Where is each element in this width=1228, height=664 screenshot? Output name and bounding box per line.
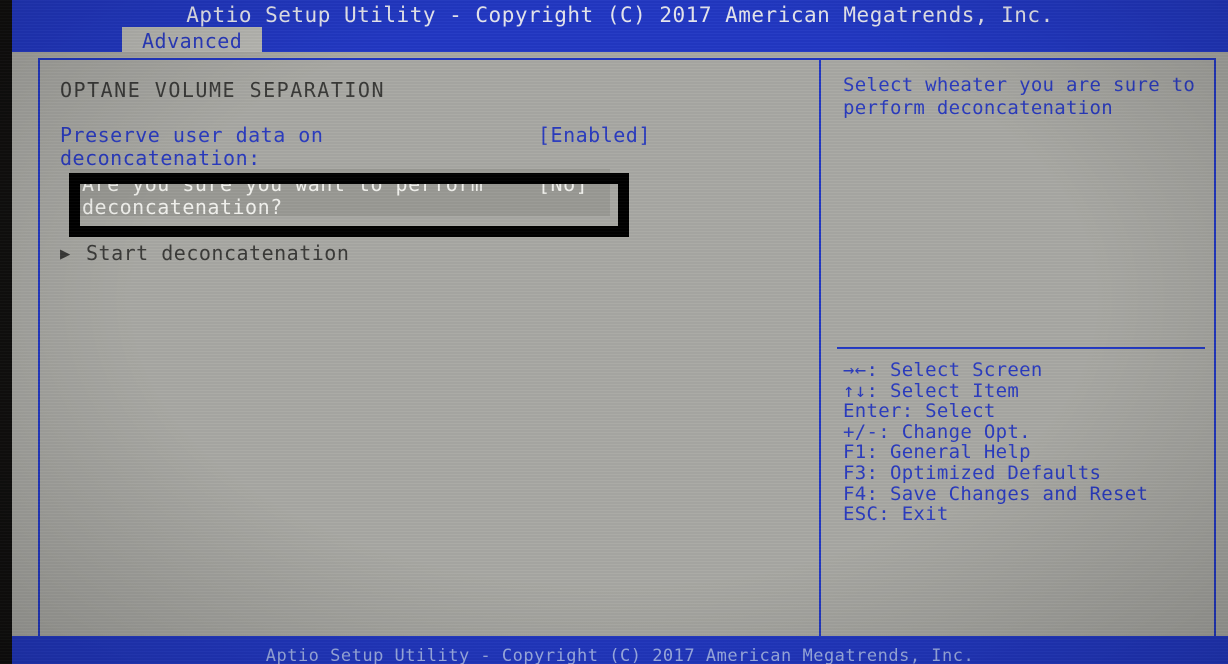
tab-strip: Advanced xyxy=(12,27,1228,56)
key-legend: →←: Select Screen ↑↓: Select Item Enter:… xyxy=(843,360,1203,525)
setting-label: Preserve user data on deconcatenation: xyxy=(60,123,324,170)
footer-copyright: Aptio Setup Utility - Copyright (C) 2017… xyxy=(265,646,975,664)
key-legend-item: ESC: Exit xyxy=(843,503,949,526)
key-legend-item: →←: Select Screen xyxy=(843,359,1043,381)
setting-label: Are you sure you want to perform deconca… xyxy=(82,172,484,219)
key-legend-item: F1: General Help xyxy=(843,441,1031,464)
page-title: Aptio Setup Utility - Copyright (C) 2017… xyxy=(186,3,1054,27)
settings-pane: OPTANE VOLUME SEPARATION Preserve user d… xyxy=(48,64,813,640)
triangle-right-icon: ▶ xyxy=(60,244,71,264)
body-frame: OPTANE VOLUME SEPARATION Preserve user d… xyxy=(12,52,1228,664)
help-separator xyxy=(837,347,1205,349)
footer-bar: Aptio Setup Utility - Copyright (C) 2017… xyxy=(12,636,1228,664)
submenu-label: Start deconcatenation xyxy=(86,241,350,265)
setting-row-confirm-deconcatenation[interactable]: Are you sure you want to perform deconca… xyxy=(70,169,610,219)
key-legend-item: F3: Optimized Defaults xyxy=(843,461,1102,484)
key-legend-item: ↑↓: Select Item xyxy=(843,379,1020,402)
help-description: Select wheater you are sure to perform d… xyxy=(843,74,1196,119)
key-legend-item: Enter: Select xyxy=(843,400,996,423)
photo-frame: Aptio Setup Utility - Copyright (C) 2017… xyxy=(0,0,1228,664)
help-pane: Select wheater you are sure to perform d… xyxy=(829,64,1207,640)
setting-value[interactable]: [Enabled] xyxy=(538,124,651,147)
title-bar: Aptio Setup Utility - Copyright (C) 2017… xyxy=(12,0,1228,56)
bios-screen: Aptio Setup Utility - Copyright (C) 2017… xyxy=(12,0,1228,664)
pane-divider xyxy=(819,58,821,646)
section-header: OPTANE VOLUME SEPARATION xyxy=(60,78,385,102)
key-legend-item: +/-: Change Opt. xyxy=(843,420,1031,443)
key-legend-item: F4: Save Changes and Reset xyxy=(843,482,1149,505)
setting-value[interactable]: [No] xyxy=(538,173,588,196)
